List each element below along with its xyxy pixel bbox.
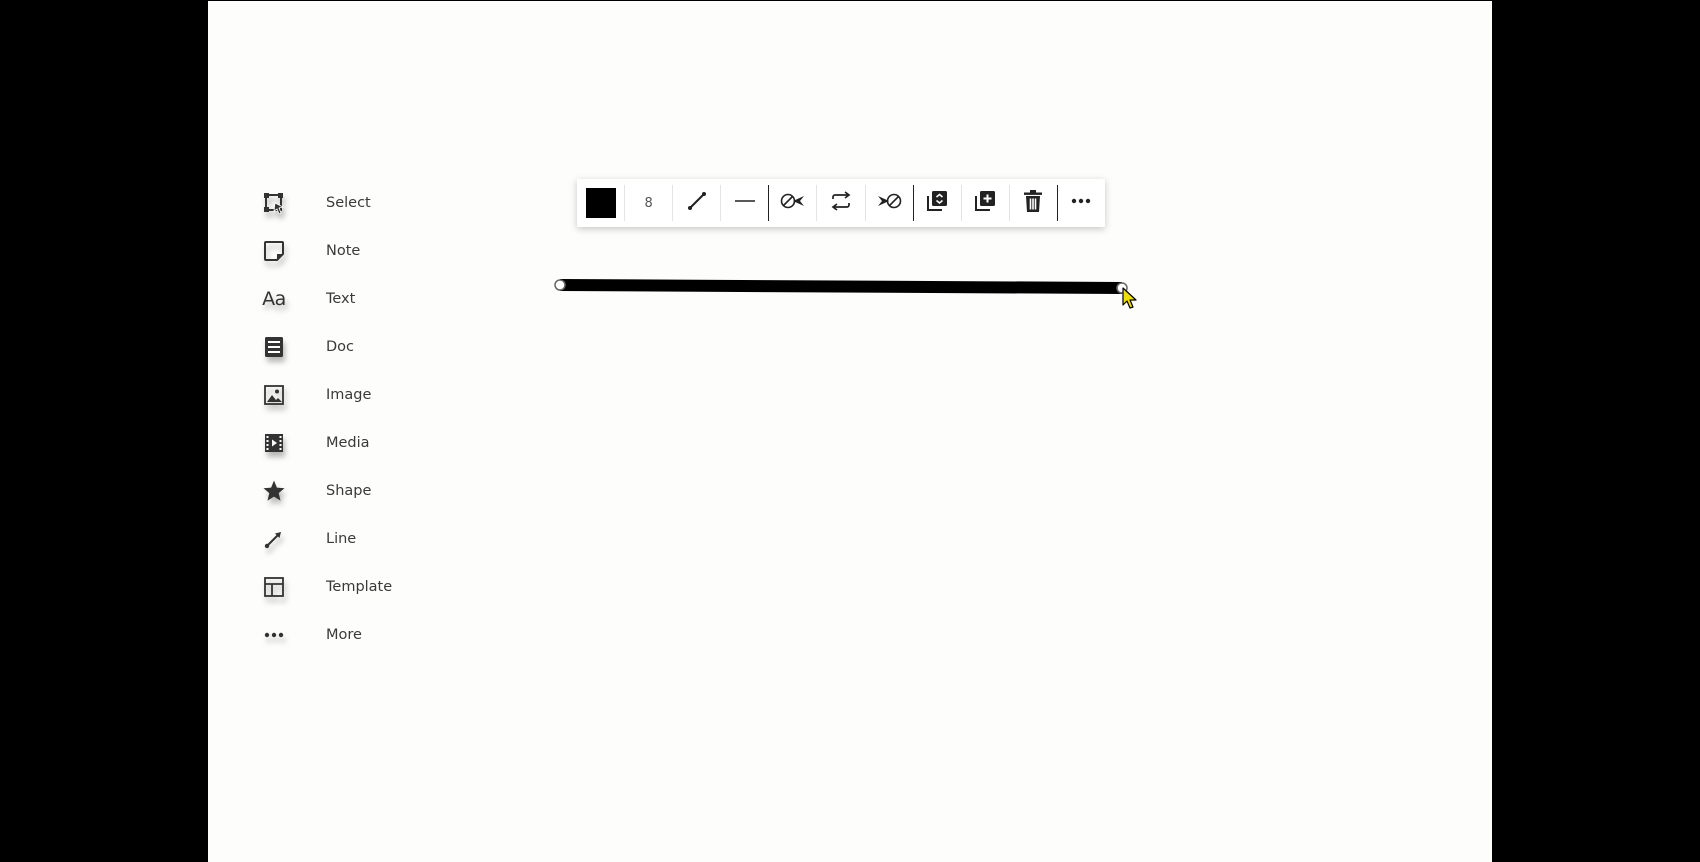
whiteboard-canvas[interactable]: Select Note Aa Text Doc Image Media Shap…	[208, 1, 1492, 862]
line-start-handle[interactable]	[554, 279, 566, 291]
line-stroke[interactable]	[559, 279, 1123, 294]
selected-line-shape[interactable]	[208, 1, 1492, 862]
mouse-cursor-icon	[1122, 287, 1137, 309]
